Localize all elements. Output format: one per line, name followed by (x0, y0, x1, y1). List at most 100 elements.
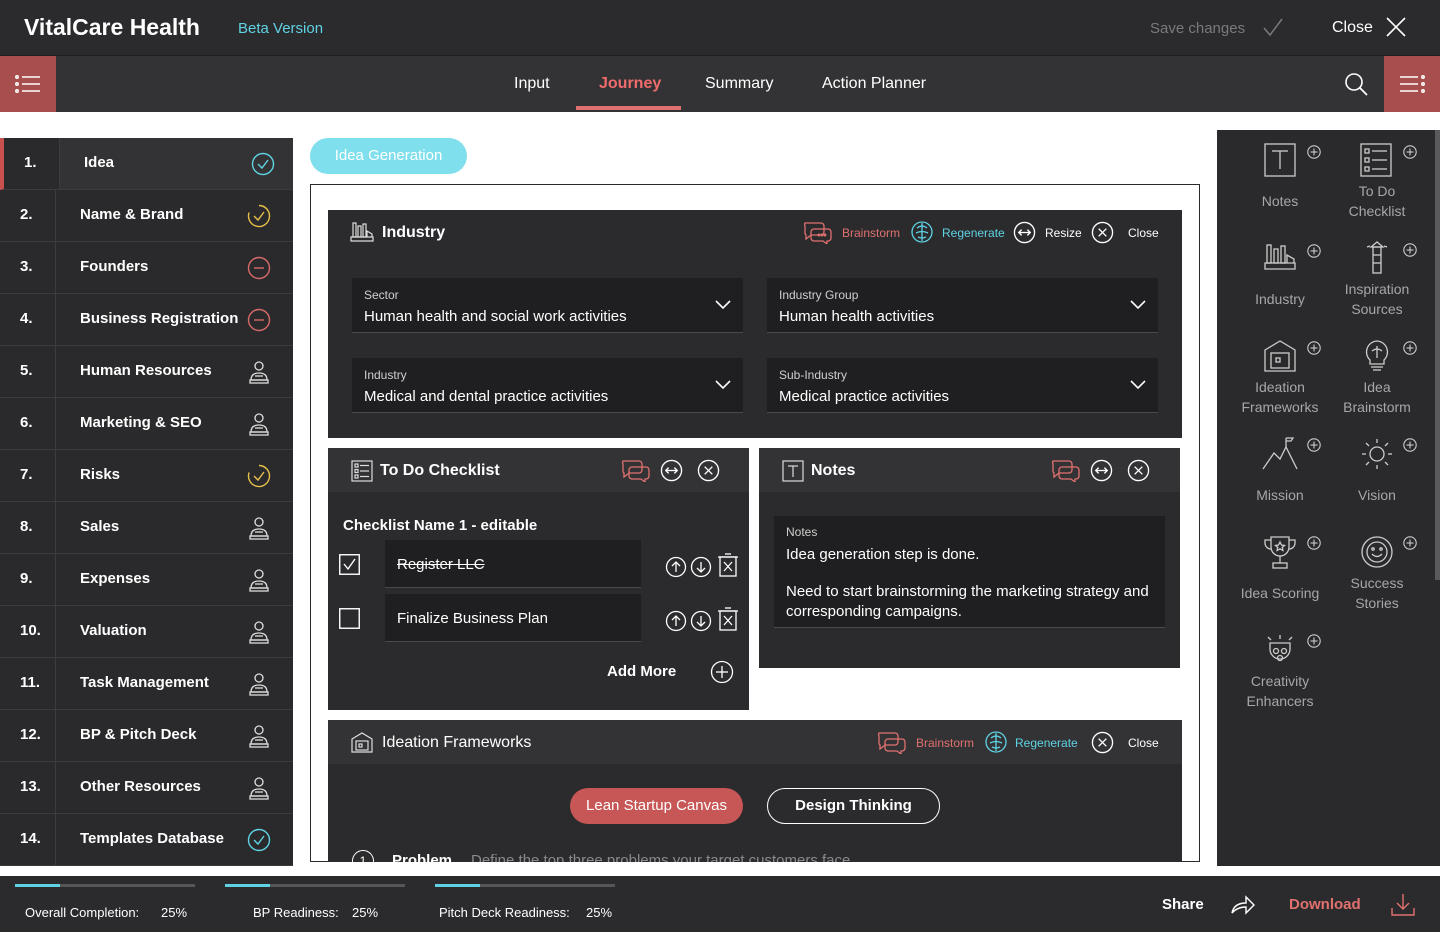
checklist-name[interactable]: Checklist Name 1 - editable (343, 517, 537, 534)
tool-inspiration-sources[interactable]: Inspiration Sources (1329, 279, 1425, 319)
design-thinking-button[interactable]: Design Thinking (767, 788, 940, 824)
sidebar-item[interactable]: 2. Name & Brand (0, 190, 293, 242)
sector-dropdown[interactable]: Sector Human health and social work acti… (352, 278, 743, 333)
resize-button[interactable]: Resize (1045, 226, 1082, 240)
add-inspiration-icon[interactable] (1403, 243, 1417, 257)
notes-textarea[interactable]: Notes Idea generation step is done. Need… (774, 516, 1165, 628)
sidebar-item[interactable]: 4. Business Registration (0, 294, 293, 346)
move-down-icon[interactable] (690, 610, 712, 632)
move-up-icon[interactable] (665, 556, 687, 578)
close-circle-icon[interactable] (697, 459, 720, 482)
industry-dropdown[interactable]: Industry Medical and dental practice act… (352, 358, 743, 413)
checkbox-unchecked[interactable] (339, 608, 360, 629)
sidebar-item[interactable]: 10. Valuation (0, 606, 293, 658)
sidebar-item[interactable]: 13. Other Resources (0, 762, 293, 814)
add-industry-icon[interactable] (1307, 244, 1321, 258)
brainstorm-button[interactable]: Brainstorm (916, 736, 974, 750)
brainstorm-icon[interactable] (620, 458, 652, 482)
lighthouse-icon[interactable] (1366, 241, 1388, 275)
brainstorm-icon[interactable] (876, 730, 908, 754)
add-mission-icon[interactable] (1307, 438, 1321, 452)
tool-ideation-frameworks[interactable]: Ideation Frameworks (1232, 377, 1328, 417)
move-down-icon[interactable] (690, 556, 712, 578)
add-frameworks-icon[interactable] (1307, 341, 1321, 355)
regenerate-brain-icon[interactable] (910, 220, 934, 244)
factory-icon[interactable] (1264, 243, 1296, 273)
close-icon[interactable] (1386, 17, 1406, 37)
close-panel-button[interactable]: Close (1128, 226, 1159, 240)
resize-icon[interactable] (660, 459, 683, 482)
add-vision-icon[interactable] (1403, 438, 1417, 452)
brainstorm-button[interactable]: Brainstorm (842, 226, 900, 240)
move-up-icon[interactable] (665, 610, 687, 632)
brainstorm-icon[interactable] (1050, 458, 1082, 482)
creativity-icon[interactable] (1262, 633, 1298, 667)
industry-group-dropdown[interactable]: Industry Group Human health activities (767, 278, 1158, 333)
tab-action-planner[interactable]: Action Planner (822, 75, 926, 93)
trophy-icon[interactable] (1263, 535, 1297, 571)
resize-icon[interactable] (1090, 459, 1113, 482)
tab-summary[interactable]: Summary (705, 75, 773, 93)
sidebar-item[interactable]: 6. Marketing & SEO (0, 398, 293, 450)
add-scoring-icon[interactable] (1307, 536, 1321, 550)
close-circle-icon[interactable] (1091, 731, 1114, 754)
sun-icon[interactable] (1360, 437, 1394, 471)
tool-creativity-enhancers[interactable]: Creativity Enhancers (1232, 671, 1328, 711)
search-icon[interactable] (1344, 72, 1368, 96)
tab-journey[interactable]: Journey (599, 75, 661, 93)
lean-startup-canvas-button[interactable]: Lean Startup Canvas (570, 788, 743, 824)
tool-notes[interactable]: Notes (1232, 191, 1328, 211)
save-changes-button[interactable]: Save changes (1150, 20, 1245, 37)
tab-input[interactable]: Input (514, 75, 550, 93)
checkbox-checked[interactable] (339, 554, 360, 575)
smile-badge-icon[interactable] (1360, 535, 1394, 569)
sidebar-item[interactable]: 12. BP & Pitch Deck (0, 710, 293, 762)
add-brainstorm-icon[interactable] (1403, 341, 1417, 355)
add-stories-icon[interactable] (1403, 536, 1417, 550)
delete-icon[interactable] (718, 553, 738, 577)
regenerate-button[interactable]: Regenerate (1015, 736, 1078, 750)
regenerate-button[interactable]: Regenerate (942, 226, 1005, 240)
frameworks-icon[interactable] (1263, 339, 1297, 373)
delete-icon[interactable] (718, 607, 738, 631)
tools-menu-button[interactable] (1384, 56, 1440, 112)
download-button[interactable]: Download (1289, 896, 1361, 913)
plus-circle-icon[interactable] (710, 660, 734, 684)
sidebar-item[interactable]: 8. Sales (0, 502, 293, 554)
download-icon[interactable] (1390, 892, 1416, 918)
close-circle-icon[interactable] (1091, 221, 1114, 244)
idea-generation-pill[interactable]: Idea Generation (310, 138, 467, 174)
sidebar-item[interactable]: 5. Human Resources (0, 346, 293, 398)
tool-idea-scoring[interactable]: Idea Scoring (1232, 583, 1328, 603)
checklist-icon[interactable] (1360, 143, 1392, 177)
sidebar-item[interactable]: 1. Idea (0, 138, 293, 190)
menu-list-button[interactable] (0, 56, 56, 112)
sidebar-item[interactable]: 14. Templates Database (0, 814, 293, 866)
add-more-button[interactable]: Add More (607, 663, 676, 680)
close-button[interactable]: Close (1332, 19, 1373, 37)
sidebar-item[interactable]: 7. Risks (0, 450, 293, 502)
sidebar-item[interactable]: 3. Founders (0, 242, 293, 294)
add-todo-icon[interactable] (1403, 145, 1417, 159)
tool-vision[interactable]: Vision (1329, 485, 1425, 505)
check-icon[interactable] (1262, 16, 1284, 38)
tools-scrollbar[interactable] (1435, 130, 1440, 580)
text-box-icon[interactable] (1264, 143, 1296, 177)
add-notes-icon[interactable] (1307, 145, 1321, 159)
close-circle-icon[interactable] (1127, 459, 1150, 482)
resize-icon[interactable] (1013, 221, 1036, 244)
sidebar-item[interactable]: 11. Task Management (0, 658, 293, 710)
regenerate-brain-icon[interactable] (984, 730, 1008, 754)
brain-bulb-icon[interactable] (1363, 339, 1391, 373)
todo-item-field[interactable]: Register LLC (385, 540, 641, 588)
brainstorm-icon[interactable] (802, 220, 834, 244)
sub-industry-dropdown[interactable]: Sub-Industry Medical practice activities (767, 358, 1158, 413)
tool-idea-brainstorm[interactable]: Idea Brainstorm (1329, 377, 1425, 417)
sidebar-item[interactable]: 9. Expenses (0, 554, 293, 606)
share-button[interactable]: Share (1162, 896, 1204, 913)
close-panel-button[interactable]: Close (1128, 736, 1159, 750)
share-icon[interactable] (1230, 893, 1256, 915)
tool-todo-checklist[interactable]: To Do Checklist (1329, 181, 1425, 221)
tool-success-stories[interactable]: Success Stories (1329, 573, 1425, 613)
add-creativity-icon[interactable] (1307, 634, 1321, 648)
